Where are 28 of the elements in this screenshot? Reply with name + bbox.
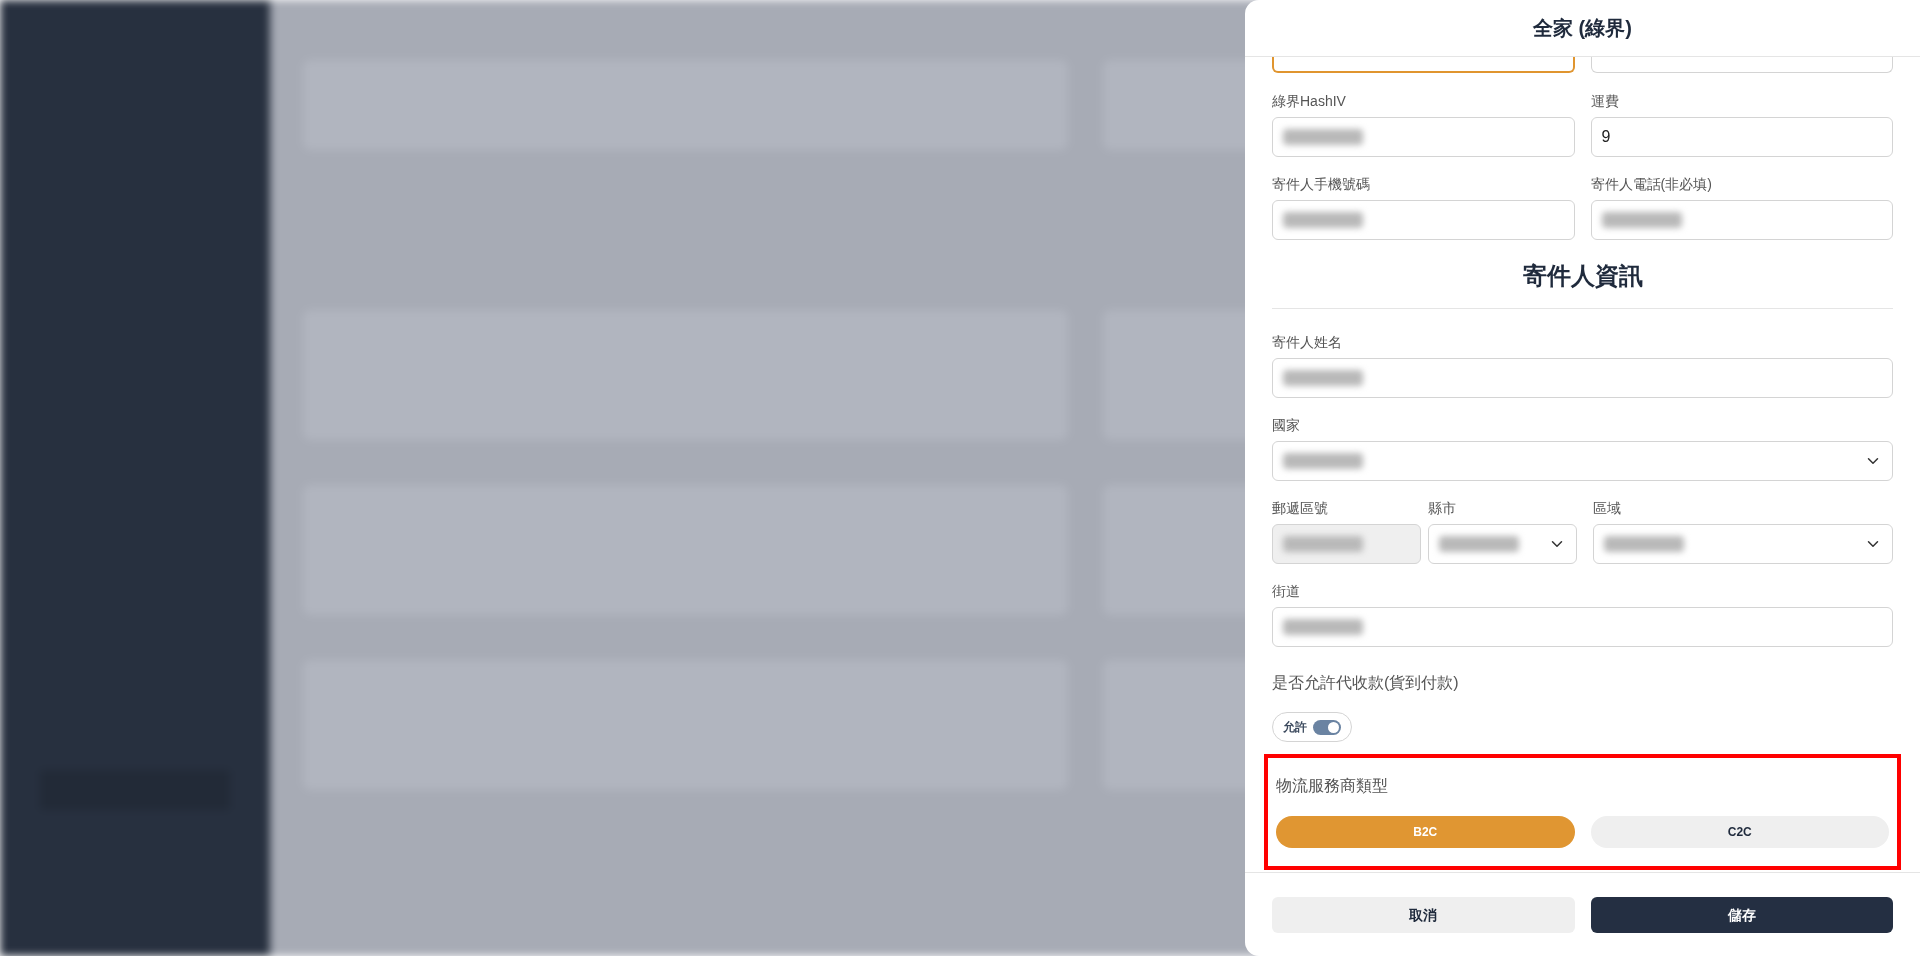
field-label: 縣市 xyxy=(1428,499,1457,517)
input-field[interactable] xyxy=(1272,117,1575,157)
cancel-button[interactable]: 取消 xyxy=(1272,897,1575,933)
field-label: 寄件人手機號碼 xyxy=(1272,175,1371,193)
field-label: 國家 xyxy=(1272,416,1301,434)
field-label: 寄件人姓名 xyxy=(1272,333,1343,351)
dialog-title: 全家 (綠界) xyxy=(1533,16,1632,41)
input-field[interactable] xyxy=(1272,607,1893,647)
input-field[interactable] xyxy=(1272,358,1893,398)
field-label: 是否允許代收款(貨到付款) xyxy=(1272,673,1460,693)
select-field[interactable] xyxy=(1272,441,1893,481)
field-label: 物流服務商類型 xyxy=(1276,776,1389,796)
select-field[interactable] xyxy=(1593,524,1893,564)
select-field[interactable] xyxy=(1428,524,1577,564)
field-label: 綠界HashIV xyxy=(1272,92,1347,110)
field-label: 街道 xyxy=(1272,582,1301,600)
input-field[interactable]: 9 xyxy=(1590,117,1893,157)
input-field[interactable] xyxy=(1272,200,1575,240)
input-field[interactable] xyxy=(1590,57,1893,73)
input-field[interactable] xyxy=(1590,200,1893,240)
field-label: 寄件人電話(非必填) xyxy=(1590,175,1713,193)
section-heading: 寄件人資訊 xyxy=(1522,261,1643,291)
save-button[interactable]: 儲存 xyxy=(1590,897,1893,933)
field-label: 區域 xyxy=(1593,499,1622,517)
input-field[interactable] xyxy=(1272,57,1575,73)
field-label: 郵遞區號 xyxy=(1272,499,1329,517)
option-button[interactable]: C2C xyxy=(1590,816,1889,848)
field-label: 運費 xyxy=(1590,92,1620,110)
